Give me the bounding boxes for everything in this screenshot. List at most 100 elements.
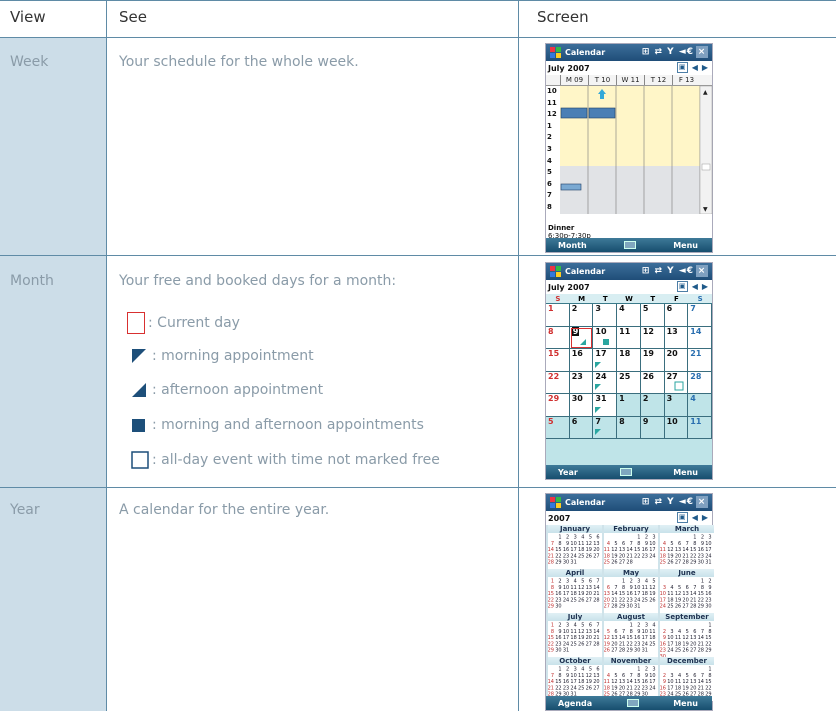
year-day: 9 — [645, 541, 648, 547]
title-bar: Calendar ⊞ ⇄ Y ◄€ × — [546, 263, 712, 280]
day-cell[interactable]: 23 — [569, 371, 594, 394]
year-day: 15 — [626, 635, 632, 641]
day-cell[interactable]: 28 — [688, 371, 712, 394]
day-header[interactable]: W 11 — [616, 75, 644, 85]
keyboard-icon[interactable] — [619, 468, 632, 476]
next-arrow-icon[interactable]: ▶ — [702, 282, 708, 291]
year-day: 25 — [675, 648, 681, 654]
today-button[interactable]: ▣ — [676, 62, 688, 73]
close-button[interactable]: × — [696, 496, 708, 508]
day-cell[interactable]: 25 — [617, 371, 641, 394]
day-cell[interactable]: 2 — [569, 304, 594, 327]
year-month-block[interactable]: June 1 2 3 4 5 6 7 8 9 10 11 12 13 14 15 16 17 18 19 20 21 22 2… — [660, 569, 714, 613]
week-grid[interactable]: ▲ ▼ 10 11 12 1 2 3 4 5 6 7 8 — [546, 86, 713, 214]
year-day: 2 — [637, 623, 640, 629]
keyboard-icon[interactable] — [626, 699, 639, 707]
day-cell[interactable]: 10 — [593, 326, 618, 349]
day-cell[interactable]: 3 — [593, 304, 618, 327]
year-month-block[interactable]: February 1 2 3 4 5 6 7 8 9 10 11 12 13 14 15 16 17 18 19 20 2… — [604, 525, 658, 569]
day-cell[interactable]: 29 — [546, 394, 570, 417]
day-cell[interactable]: 6 — [569, 416, 594, 439]
day-cell[interactable]: 27 — [664, 371, 689, 394]
day-cell[interactable]: 8 — [617, 416, 641, 439]
year-day: 2 — [566, 667, 569, 673]
day-cell[interactable]: 5 — [546, 416, 570, 439]
day-cell[interactable]: 13 — [664, 326, 689, 349]
day-cell[interactable]: 4 — [688, 394, 712, 417]
today-button[interactable]: ▣ — [676, 512, 688, 523]
soft-key-agenda[interactable]: Agenda — [558, 699, 592, 708]
year-day: 9 — [701, 541, 704, 547]
day-cell[interactable]: 8 — [546, 326, 570, 349]
year-month-block[interactable]: November 1 2 3 4 5 6 7 8 9 10 11 12 13 14 15 16 17 18 19 20 2… — [604, 657, 658, 701]
year-month-block[interactable]: March 1 2 3 4 5 6 7 8 9 10 11 12 13 14 15 16 17 18 19 20 21 22… — [660, 525, 714, 569]
close-button[interactable]: × — [696, 265, 708, 277]
prev-arrow-icon[interactable]: ◀ — [692, 282, 698, 291]
day-cell[interactable]: 9 — [640, 416, 665, 439]
year-month-block[interactable]: April 1 2 3 4 5 6 7 8 9 10 11 12 13 14 15 16 17 18 19 20 21 22… — [548, 569, 602, 613]
day-cell[interactable]: 19 — [640, 349, 665, 372]
prev-arrow-icon[interactable]: ◀ — [692, 513, 698, 522]
year-day: 18 — [604, 685, 610, 691]
day-cell[interactable]: 11 — [617, 326, 641, 349]
year-day: 6 — [607, 585, 610, 591]
day-cell[interactable]: 5 — [640, 304, 665, 327]
today-button[interactable]: ▣ — [676, 281, 688, 292]
week-days-header: M 09 T 10 W 11 T 12 F 13 — [546, 75, 712, 86]
year-day: 1 — [630, 623, 633, 629]
year-month-block[interactable]: August 1 2 3 4 5 6 7 8 9 10 11 12 13 14 15 16 17 18 19 20 21 2… — [604, 613, 658, 657]
prev-arrow-icon[interactable]: ◀ — [692, 63, 698, 72]
year-month-block[interactable]: May 1 2 3 4 5 6 7 8 9 10 11 12 13 14 15 16 17 18 19 20 21 22 23… — [604, 569, 658, 613]
day-cell[interactable]: 15 — [546, 349, 570, 372]
day-cell[interactable]: 14 — [688, 326, 712, 349]
day-cell[interactable]: 17 — [593, 349, 618, 372]
day-cell[interactable]: 3 — [664, 394, 689, 417]
day-cell[interactable]: 21 — [688, 349, 712, 372]
year-day: 24 — [660, 604, 666, 610]
day-cell[interactable]: 1 — [546, 304, 570, 327]
close-button[interactable]: × — [696, 46, 708, 58]
day-cell[interactable]: 7 — [593, 416, 618, 439]
soft-key-month[interactable]: Month — [558, 241, 587, 250]
year-month-block[interactable]: December 1 2 3 4 5 6 7 8 9 10 11 12 13 14 15 16 17 18 19 20 2… — [660, 657, 714, 704]
day-header[interactable]: M 09 — [560, 75, 588, 85]
year-day: 4 — [607, 541, 610, 547]
day-cell[interactable]: 16 — [569, 349, 594, 372]
day-cell[interactable]: 22 — [546, 371, 570, 394]
year-month-block[interactable]: July 1 2 3 4 5 6 7 8 9 10 11 12 13 14 15 16 17 18 19 20 21 22 2… — [548, 613, 602, 657]
soft-key-menu[interactable]: Menu — [673, 241, 698, 250]
day-cell[interactable]: 12 — [640, 326, 665, 349]
day-header[interactable]: F 13 — [672, 75, 700, 85]
day-cell[interactable]: 7 — [688, 304, 712, 327]
day-cell[interactable]: 30 — [569, 394, 594, 417]
soft-key-year[interactable]: Year — [558, 468, 578, 477]
year-day: 20 — [586, 635, 592, 641]
day-header[interactable]: T 10 — [588, 75, 616, 85]
year-day: 17 — [563, 635, 569, 641]
keyboard-icon[interactable] — [623, 241, 636, 249]
day-cell[interactable]: 9 — [569, 326, 594, 349]
year-day: 4 — [574, 579, 577, 585]
year-month-block[interactable]: September 1 2 3 4 5 6 7 8 9 10 11 12 13 14 15 16 17 18 19 20… — [660, 613, 714, 660]
day-cell[interactable]: 20 — [664, 349, 689, 372]
day-cell[interactable]: 11 — [688, 416, 712, 439]
day-cell[interactable]: 1 — [617, 394, 641, 417]
year-day: 18 — [604, 553, 610, 559]
day-cell[interactable]: 4 — [617, 304, 641, 327]
day-cell[interactable]: 6 — [664, 304, 689, 327]
year-day: 23 — [563, 553, 569, 559]
day-cell[interactable]: 24 — [593, 371, 618, 394]
day-cell[interactable]: 2 — [640, 394, 665, 417]
day-header[interactable]: T 12 — [644, 75, 672, 85]
day-cell[interactable]: 31 — [593, 394, 618, 417]
next-arrow-icon[interactable]: ▶ — [702, 513, 708, 522]
day-cell[interactable]: 10 — [664, 416, 689, 439]
next-arrow-icon[interactable]: ▶ — [702, 63, 708, 72]
soft-key-menu[interactable]: Menu — [673, 699, 698, 708]
year-month-block[interactable]: October 1 2 3 4 5 6 7 8 9 10 11 12 13 14 15 16 17 18 19 20 21… — [548, 657, 602, 701]
day-cell[interactable]: 26 — [640, 371, 665, 394]
soft-key-menu[interactable]: Menu — [673, 468, 698, 477]
day-cell[interactable]: 18 — [617, 349, 641, 372]
year-month-block[interactable]: January 1 2 3 4 5 6 7 8 9 10 11 12 13 14 15 16 17 18 19 20 21… — [548, 525, 602, 569]
year-day: 14 — [619, 635, 625, 641]
